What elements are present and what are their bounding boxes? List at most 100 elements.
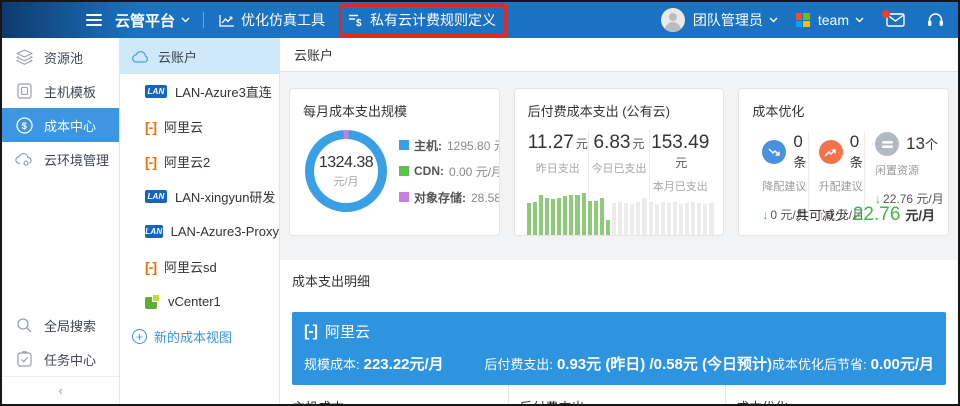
messages-button[interactable] <box>886 13 905 27</box>
sidebar-item-label: 任务中心 <box>44 350 96 369</box>
bar <box>697 203 701 235</box>
lan-badge-icon: LAN <box>145 85 167 98</box>
bar <box>624 203 628 235</box>
cost-view-item-label: 阿里云2 <box>164 152 210 171</box>
donut-chart: 1324.38 元/月 <box>305 130 387 212</box>
add-cost-view-button[interactable]: + 新的成本视图 <box>120 319 279 354</box>
metric-value: 223.22元/月 <box>364 356 444 373</box>
sidebar-item-task-center[interactable]: 任务中心 <box>2 342 119 376</box>
nav-item-simulation-tool[interactable]: 优化仿真工具 <box>219 10 325 30</box>
svg-text:$: $ <box>21 121 27 132</box>
cost-view-item[interactable]: LAN [-] LAN-xingyun研发 <box>120 179 279 214</box>
bar <box>588 201 592 235</box>
summary-cards: 每月成本支出规模 1324.38 元/月 <box>289 88 949 236</box>
legend-row: 对象存储: 28.58 元/月 <box>399 189 500 206</box>
optimization-icon <box>819 140 843 164</box>
legend-value: 0.00 元/月 <box>449 163 500 180</box>
nav-item-label: 优化仿真工具 <box>241 10 325 30</box>
stat-unit: 元 <box>632 137 644 151</box>
detail-table-header: 主机成本 后付费支出 成本优化 <box>292 385 946 406</box>
plus-circle-icon: + <box>132 329 147 344</box>
optimization-count: 13个 <box>906 134 938 154</box>
cost-view-list: LAN [-] LAN-Azure3直连 LAN [-] 阿里云 LAN <box>120 74 279 319</box>
summary-value: 22.76 <box>853 204 901 226</box>
stat-block: 153.49元 本月已支出 <box>649 130 710 200</box>
cost-view-sidebar: 云账户 LAN [-] LAN-Azure3直连 LAN [-] <box>120 38 280 404</box>
user-role-label: 团队管理员 <box>693 10 763 30</box>
team-menu[interactable]: team <box>818 12 864 28</box>
account-summary-banner[interactable]: [-] 阿里云 规模成本:223.22元/月 后付费支出:0.93元 (昨日) … <box>292 312 946 385</box>
hamburger-menu-icon[interactable] <box>86 14 102 26</box>
bar <box>569 195 573 235</box>
optimization-summary: 共可减少 22.76 元/月 <box>796 204 935 226</box>
topbar: 云管平台 优化仿真工具 $ 私有云计费规则定义 团队管理员 <box>2 2 958 38</box>
cost-view-cloud-accounts[interactable]: 云账户 <box>120 38 279 74</box>
monthly-cost-card: 每月成本支出规模 1324.38 元/月 <box>289 88 500 236</box>
legend-row: CDN: 0.00 元/月 <box>399 163 500 180</box>
donut-legend: 主机: 1295.80 元/月 CDN: 0.00 元/月 <box>399 137 500 206</box>
account-metric: 成本优化后节省: 0.00元/月 <box>772 353 934 374</box>
card-title: 每月成本支出规模 <box>303 101 486 120</box>
cost-view-header-label: 云账户 <box>158 47 197 66</box>
cost-view-item[interactable]: LAN [-] 阿里云2 <box>120 144 279 179</box>
cost-view-item[interactable]: LAN [-] 阿里云 <box>120 109 279 144</box>
metric-value: 0.93元 (昨日) /0.58元 (今日预计) <box>557 356 772 373</box>
billing-rules-icon: $ <box>348 13 364 27</box>
legend-swatch <box>399 140 409 150</box>
bar <box>667 203 671 235</box>
cost-view-item[interactable]: LAN [-] LAN-Azure3直连 <box>120 74 279 109</box>
chevron-down-icon <box>181 17 190 23</box>
sidebar-item-resource-pool[interactable]: 资源池 <box>2 40 119 74</box>
brand-menu[interactable]: 云管平台 <box>115 10 190 31</box>
section-title: 成本支出明细 <box>292 271 946 290</box>
avatar[interactable] <box>661 8 685 32</box>
bar <box>642 198 646 235</box>
bar <box>527 203 531 235</box>
support-button[interactable] <box>927 12 944 28</box>
cost-view-item-label: LAN-xingyun研发 <box>175 187 275 206</box>
nav-item-billing-rules[interactable]: $ 私有云计费规则定义 <box>339 4 507 37</box>
collapse-chevron-icon: ‹ <box>58 383 62 398</box>
sidebar-item-global-search[interactable]: 全局搜索 <box>2 308 119 342</box>
bar <box>612 203 616 235</box>
alibaba-cloud-icon: [-] <box>145 154 156 170</box>
cost-view-item[interactable]: LAN [-] LAN-Azure3-Proxy <box>120 214 279 249</box>
trend-up-icon <box>824 147 837 158</box>
sidebar-item-cost-center[interactable]: $ 成本中心 <box>2 108 119 142</box>
metric-label: 规模成本: <box>304 357 360 372</box>
layers-icon <box>15 48 33 66</box>
legend-swatch <box>399 192 409 202</box>
legend-value: 1295.80 元/月 <box>447 137 500 154</box>
sidebar-item-label: 全局搜索 <box>44 316 96 335</box>
cost-view-item[interactable]: LAN [-] 阿里云sd <box>120 249 279 284</box>
optimization-label: 降配建议 <box>762 178 807 194</box>
table-column-header: 成本优化 <box>725 385 946 406</box>
bar <box>551 199 555 235</box>
sidebar-spacer <box>2 176 119 308</box>
cloud-gear-icon <box>15 150 33 168</box>
bar <box>685 203 689 235</box>
line-chart-icon <box>219 14 235 27</box>
bar <box>691 202 695 235</box>
card-title: 成本优化 <box>752 101 935 120</box>
user-role-menu[interactable]: 团队管理员 <box>693 10 778 30</box>
sidebar-item-host-template[interactable]: 主机模板 <box>2 74 119 108</box>
metric-value: 0.00元/月 <box>871 356 934 373</box>
sidebar-item-label: 成本中心 <box>44 116 96 135</box>
chevron-down-icon <box>855 17 864 23</box>
bar <box>606 220 610 235</box>
svg-text:$: $ <box>356 18 362 27</box>
metric-label: 成本优化后节省: <box>772 357 867 372</box>
sidebar-item-cloud-env[interactable]: 云环境管理 <box>2 142 119 176</box>
page-title: 云账户 <box>294 45 333 64</box>
donut-total-unit: 元/月 <box>333 173 358 189</box>
bar <box>709 203 713 235</box>
alibaba-cloud-icon: [-] <box>145 259 156 275</box>
sidebar-collapse-button[interactable]: ‹ <box>2 376 119 404</box>
bar <box>636 202 640 235</box>
cost-view-item[interactable]: LAN [-] vCenter1 <box>120 284 279 319</box>
delta-arrow-icon: ↓ <box>762 208 768 222</box>
bar <box>600 198 604 235</box>
sidebar-item-label: 云环境管理 <box>44 150 109 169</box>
cost-view-item-label: vCenter1 <box>168 294 221 309</box>
